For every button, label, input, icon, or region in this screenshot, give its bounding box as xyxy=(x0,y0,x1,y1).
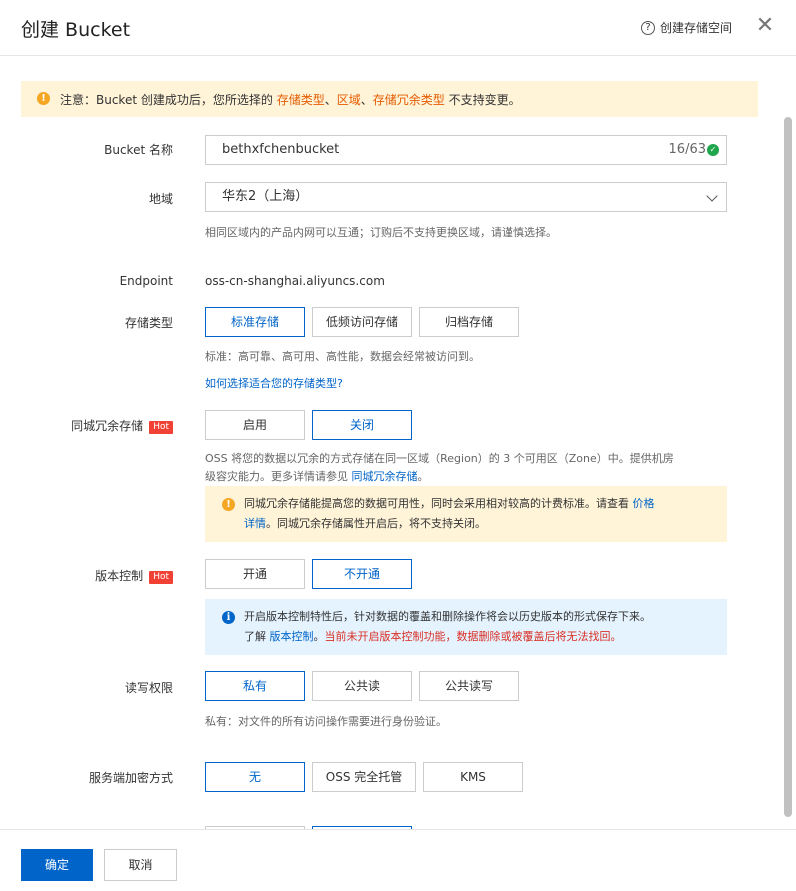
notice-highlight: 存储冗余类型 xyxy=(372,93,445,107)
help-link-label: 创建存储空间 xyxy=(660,21,733,35)
bucket-name-value: bethxfchenbucket xyxy=(222,142,340,157)
warning-icon: ! xyxy=(37,92,50,105)
versioning-doc-link[interactable]: 版本控制 xyxy=(270,630,314,643)
dialog-header: 创建 Bucket ? 创建存储空间 ✕ xyxy=(0,0,796,56)
zrs-tip-text: 同城冗余存储能提高您的数据可用性，同时会采用相对较高的计费标准。请查看 xyxy=(244,497,633,510)
versioning-tip-text: 开启版本控制特性后，针对数据的覆盖和删除操作将会以历史版本的形式保存下来。 xyxy=(244,610,651,623)
dialog-footer: 确定 取消 xyxy=(0,829,796,891)
close-icon[interactable]: ✕ xyxy=(754,15,776,38)
zrs-label-text: 同城冗余存储 xyxy=(71,419,144,433)
check-circle-icon: ✓ xyxy=(707,144,719,156)
notice-separator: 、 xyxy=(360,93,373,107)
acl-hint: 私有：对文件的所有访问操作需要进行身份验证。 xyxy=(205,715,447,728)
zrs-disable-option[interactable]: 关闭 xyxy=(312,410,412,440)
versioning-label-text: 版本控制 xyxy=(95,569,144,583)
zrs-desc-end: 。 xyxy=(417,470,429,483)
acl-label: 读写权限 xyxy=(124,681,173,695)
acl-public-read-option[interactable]: 公共读 xyxy=(312,671,412,701)
encryption-kms-option[interactable]: KMS xyxy=(423,762,523,792)
bucket-name-label: Bucket 名称 xyxy=(104,143,173,157)
region-label: 地域 xyxy=(148,192,173,206)
hot-badge: Hot xyxy=(149,571,173,584)
storage-class-label: 存储类型 xyxy=(124,316,173,330)
zrs-tip: ! 同城冗余存储能提高您的数据可用性，同时会采用相对较高的计费标准。请查看 价格… xyxy=(205,486,727,542)
zrs-enable-option[interactable]: 启用 xyxy=(205,410,305,440)
zrs-desc-line: 级容灾能力。更多详情请参见 xyxy=(205,470,352,483)
endpoint-value: oss-cn-shanghai.aliyuncs.com xyxy=(205,274,385,288)
price-details-link[interactable]: 详情 xyxy=(244,517,266,530)
storage-hint: 标准：高可靠、高可用、高性能，数据会经常被访问到。 xyxy=(205,350,480,363)
dialog-title: 创建 Bucket xyxy=(21,19,131,41)
notice-banner: ! 注意：Bucket 创建成功后，您所选择的 存储类型、区域、存储冗余类型 不… xyxy=(21,81,758,117)
versioning-disable-option[interactable]: 不开通 xyxy=(312,559,412,589)
scrollbar[interactable] xyxy=(784,117,792,817)
chevron-down-icon xyxy=(706,190,718,202)
acl-public-read-write-option[interactable]: 公共读写 xyxy=(419,671,519,701)
char-count: 16/63 xyxy=(668,142,706,157)
region-hint: 相同区域内的产品内网可以互通；订购后不支持更换区域，请谨慎选择。 xyxy=(205,226,557,239)
versioning-enable-option[interactable]: 开通 xyxy=(205,559,305,589)
storage-option-archive[interactable]: 归档存储 xyxy=(419,307,519,337)
hot-badge: Hot xyxy=(149,421,173,434)
zrs-description: OSS 将您的数据以冗余的方式存储在同一区域（Region）的 3 个可用区（Z… xyxy=(205,450,745,486)
zrs-doc-link[interactable]: 同城冗余存储 xyxy=(352,470,418,483)
storage-help-link[interactable]: 如何选择适合您的存储类型? xyxy=(205,375,343,391)
help-link[interactable]: ? 创建存储空间 xyxy=(641,19,732,36)
bucket-name-input[interactable]: bethxfchenbucket 16/63 ✓ xyxy=(205,135,727,165)
cancel-button[interactable]: 取消 xyxy=(104,849,177,881)
versioning-warning: 当前未开启版本控制功能，数据删除或被覆盖后将无法找回。 xyxy=(324,630,622,643)
versioning-tip: i 开启版本控制特性后，针对数据的覆盖和删除操作将会以历史版本的形式保存下来。 … xyxy=(205,599,727,655)
zrs-desc-line: OSS 将您的数据以冗余的方式存储在同一区域（Region）的 3 个可用区（Z… xyxy=(205,452,674,465)
storage-option-standard[interactable]: 标准存储 xyxy=(205,307,305,337)
dialog-body[interactable]: ! 注意：Bucket 创建成功后，您所选择的 存储类型、区域、存储冗余类型 不… xyxy=(0,57,796,829)
warning-icon: ! xyxy=(222,498,235,511)
versioning-label: 版本控制 Hot xyxy=(0,567,173,584)
encryption-label: 服务端加密方式 xyxy=(88,771,173,785)
zrs-tip-text: 。同城冗余存储属性开启后，将不支持关闭。 xyxy=(266,517,486,530)
notice-text: 不支持变更。 xyxy=(444,93,521,107)
notice-separator: 、 xyxy=(324,93,337,107)
versioning-tip-prefix: 了解 xyxy=(244,630,270,643)
notice-highlight: 存储类型 xyxy=(276,93,325,107)
notice-text: 注意：Bucket 创建成功后，您所选择的 xyxy=(60,93,277,107)
region-value: 华东2（上海） xyxy=(222,189,309,204)
zrs-label: 同城冗余存储 Hot xyxy=(0,417,173,434)
question-circle-icon: ? xyxy=(641,20,655,35)
confirm-button[interactable]: 确定 xyxy=(21,849,93,881)
region-select[interactable]: 华东2（上海） xyxy=(205,182,727,212)
storage-option-ia[interactable]: 低频访问存储 xyxy=(312,307,412,337)
notice-highlight: 区域 xyxy=(336,93,361,107)
price-link[interactable]: 价格 xyxy=(633,497,655,510)
versioning-tip-separator: 。 xyxy=(313,630,325,643)
acl-private-option[interactable]: 私有 xyxy=(205,671,305,701)
info-icon: i xyxy=(222,611,235,624)
encryption-oss-option[interactable]: OSS 完全托管 xyxy=(312,762,416,792)
encryption-none-option[interactable]: 无 xyxy=(205,762,305,792)
endpoint-label: Endpoint xyxy=(119,274,173,288)
